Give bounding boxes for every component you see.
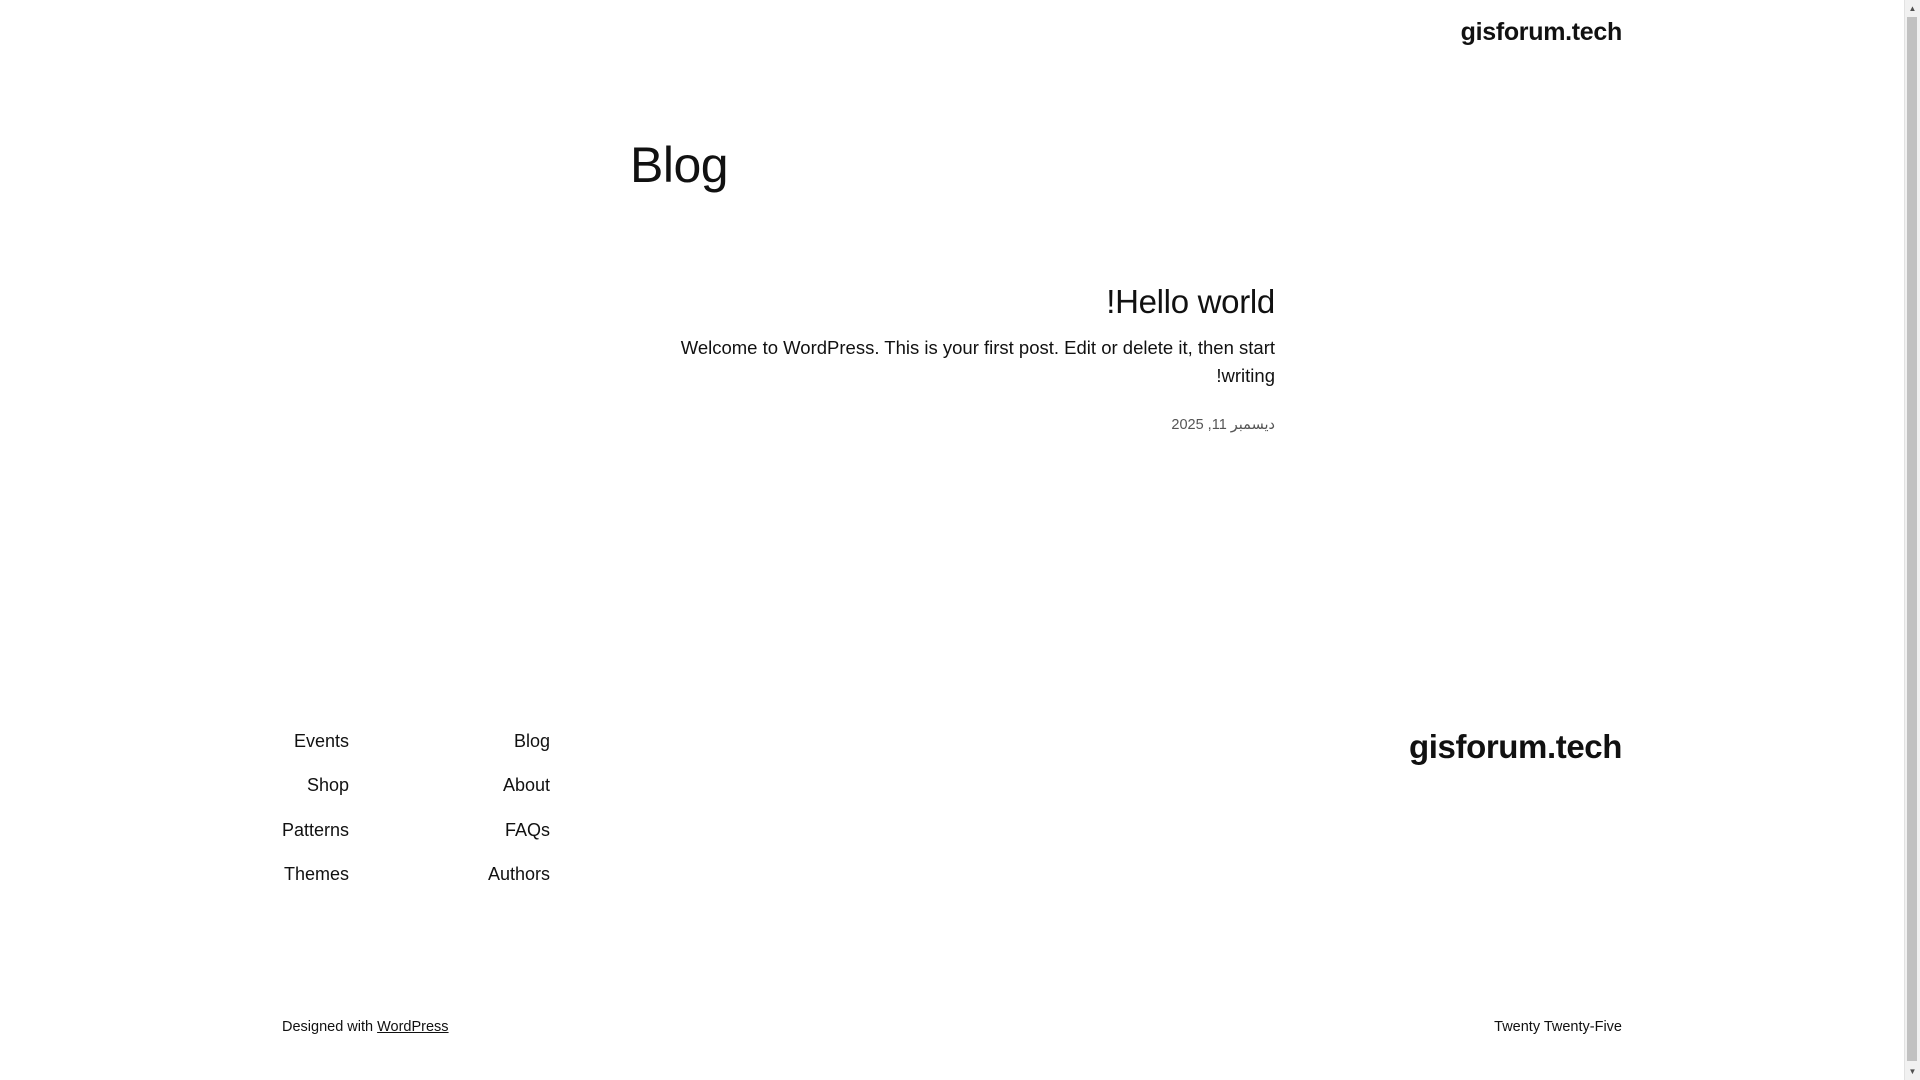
page: gisforum.tech Blog Hello world! Welcome … [0, 0, 1904, 1080]
footer-nav-primary: Blog About FAQs Authors [488, 730, 550, 908]
footer-nav-authors[interactable]: Authors [488, 863, 550, 885]
footer-nav-blog[interactable]: Blog [514, 730, 550, 752]
footer-site-title-link[interactable]: gisforum.tech [1409, 728, 1622, 766]
site-title-link[interactable]: gisforum.tech [1461, 18, 1623, 47]
wordpress-link[interactable]: WordPress [377, 1019, 448, 1035]
footer-nav-shop[interactable]: Shop [307, 774, 349, 796]
scroll-down-icon[interactable]: ▼ [1905, 1063, 1920, 1080]
post-card: Hello world! Welcome to WordPress. This … [630, 280, 1276, 436]
footer-nav-about[interactable]: About [503, 774, 550, 796]
footer-nav-faqs[interactable]: FAQs [505, 819, 550, 841]
footer-nav-themes[interactable]: Themes [284, 863, 349, 885]
post-excerpt: Welcome to WordPress. This is your first… [680, 337, 1275, 386]
scroll-up-icon[interactable]: ▲ [1905, 0, 1920, 17]
theme-name: Twenty Twenty-Five [1494, 1019, 1622, 1035]
scrollbar-thumb[interactable] [1907, 17, 1917, 1061]
designed-with-text: Designed with [282, 1019, 378, 1035]
vertical-scrollbar[interactable]: ▲ ▼ [1904, 0, 1920, 1080]
footer-nav-secondary: Events Shop Patterns Themes [282, 730, 349, 908]
post-date: دیسمبر 11, 2025 [1171, 417, 1275, 433]
designed-with-credit: Designed with WordPress [282, 1019, 449, 1035]
post-title-link[interactable]: Hello world! [630, 280, 1275, 324]
footer-nav-patterns[interactable]: Patterns [282, 819, 349, 841]
page-title: Blog [630, 137, 729, 193]
footer-nav-events[interactable]: Events [294, 730, 349, 752]
